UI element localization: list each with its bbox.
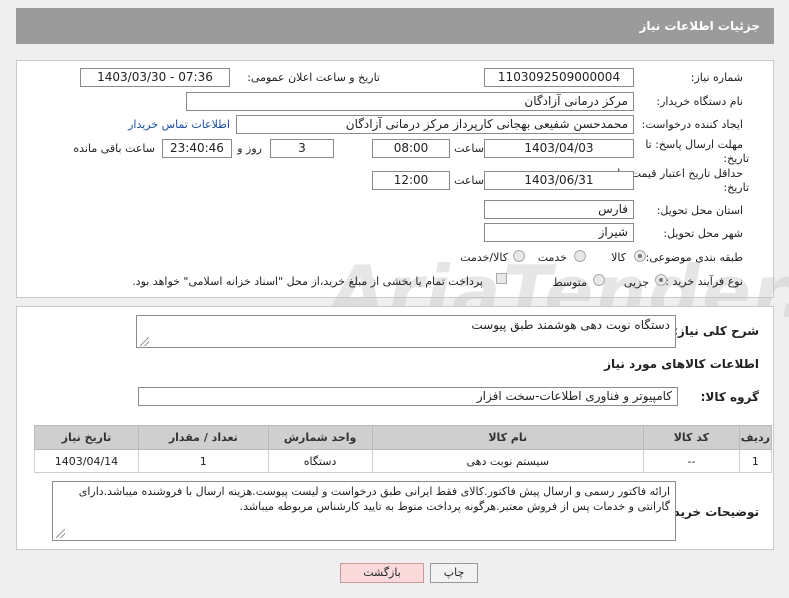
price-validity-label: حداقل تاریخ اعتبار قیمت: تا	[617, 167, 743, 180]
table-row: 1 -- سیستم نوبت دهی دستگاه 1 1403/04/14	[34, 449, 773, 473]
category-service-label: خدمت	[537, 251, 567, 264]
process-radio-medium[interactable]	[593, 274, 605, 286]
description-resize-handle[interactable]	[140, 337, 149, 346]
reply-days-field: 3	[270, 139, 334, 158]
page-title: جزئیات اطلاعات نیاز	[16, 8, 774, 44]
process-label: نوع فرآیند خرید :	[665, 275, 743, 288]
province-label: استان محل تحویل:	[656, 204, 743, 217]
treasury-note: پرداخت تمام یا بخشی از مبلغ خرید،از محل …	[132, 275, 483, 288]
announce-datetime-field: 1403/03/30 - 07:36	[80, 68, 230, 87]
cell-goods-code: --	[642, 449, 740, 473]
days-label: روز و	[237, 142, 262, 155]
category-radio-goods-service[interactable]	[513, 250, 525, 262]
requester-field: محمدحسن شفیعی بهجانی کارپرداز مرکز درمان…	[236, 115, 634, 134]
requester-label: ایجاد کننده درخواست:	[641, 118, 743, 131]
reply-date-field: 1403/04/03	[484, 139, 634, 158]
goods-info-heading: اطلاعات کالاهای مورد نیاز	[604, 357, 759, 371]
back-button[interactable]: بازگشت	[340, 563, 424, 583]
cell-quantity: 1	[137, 449, 269, 473]
col-need-date: تاریخ نیاز	[34, 425, 139, 450]
reply-time-field: 08:00	[372, 139, 450, 158]
buyer-org-field: مرکز درمانی آزادگان	[186, 92, 634, 111]
reply-time-label: ساعت	[454, 142, 484, 155]
cell-unit: دستگاه	[267, 449, 373, 473]
category-radio-service[interactable]	[574, 250, 586, 262]
need-number-label: شماره نیاز:	[690, 71, 743, 84]
col-row-number: ردیف	[738, 425, 773, 450]
notes-resize-handle[interactable]	[56, 529, 65, 538]
col-goods-name: نام کالا	[371, 425, 644, 450]
col-unit: واحد شمارش	[267, 425, 373, 450]
buyer-notes-field: ارائه فاکتور رسمی و ارسال پیش فاکتور.کال…	[52, 481, 676, 541]
goods-group-field: کامپیوتر و فناوری اطلاعات-سخت افزار	[138, 387, 678, 406]
category-goods-label: کالا	[611, 251, 626, 264]
validity-date-field: 1403/06/31	[484, 171, 634, 190]
reply-deadline-label: مهلت ارسال پاسخ: تا	[645, 138, 743, 151]
print-button[interactable]: چاپ	[430, 563, 478, 583]
process-radio-small[interactable]	[655, 274, 667, 286]
goods-group-label: گروه کالا:	[700, 390, 759, 404]
validity-time-field: 12:00	[372, 171, 450, 190]
process-medium-label: متوسط	[552, 276, 587, 289]
buyer-contact-link[interactable]: اطلاعات تماس خریدار	[128, 118, 230, 131]
category-label: طبقه بندی موضوعی:	[645, 251, 743, 264]
price-validity-label-2: تاریخ:	[723, 181, 749, 194]
process-small-label: جزیی	[623, 276, 649, 289]
remaining-label: ساعت باقی مانده	[73, 142, 155, 155]
category-radio-goods[interactable]	[634, 250, 646, 262]
col-goods-code: کد کالا	[642, 425, 740, 450]
province-field: فارس	[484, 200, 634, 219]
city-label: شهر محل تحویل:	[663, 227, 743, 240]
remaining-time-field: 23:40:46	[162, 139, 232, 158]
cell-need-date: 1403/04/14	[34, 449, 139, 473]
city-field: شیراز	[484, 223, 634, 242]
description-label: شرح کلی نیاز:	[673, 324, 759, 338]
buyer-org-label: نام دستگاه خریدار:	[656, 95, 743, 108]
goods-table: ردیف کد کالا نام کالا واحد شمارش تعداد /…	[34, 425, 773, 473]
validity-time-label: ساعت	[454, 174, 484, 187]
treasury-checkbox[interactable]	[496, 273, 507, 284]
reply-deadline-label-2: تاریخ:	[723, 152, 749, 165]
col-quantity: تعداد / مقدار	[137, 425, 269, 450]
announce-datetime-label: تاریخ و ساعت اعلان عمومی:	[247, 71, 380, 84]
need-number-field: 1103092509000004	[484, 68, 634, 87]
table-header-row: ردیف کد کالا نام کالا واحد شمارش تعداد /…	[34, 425, 773, 450]
category-goods-service-label: کالا/خدمت	[460, 251, 508, 264]
description-field: دستگاه نوبت دهی هوشمند طبق پیوست	[136, 315, 676, 348]
cell-row-number: 1	[738, 449, 773, 473]
cell-goods-name: سیستم نوبت دهی	[371, 449, 644, 473]
